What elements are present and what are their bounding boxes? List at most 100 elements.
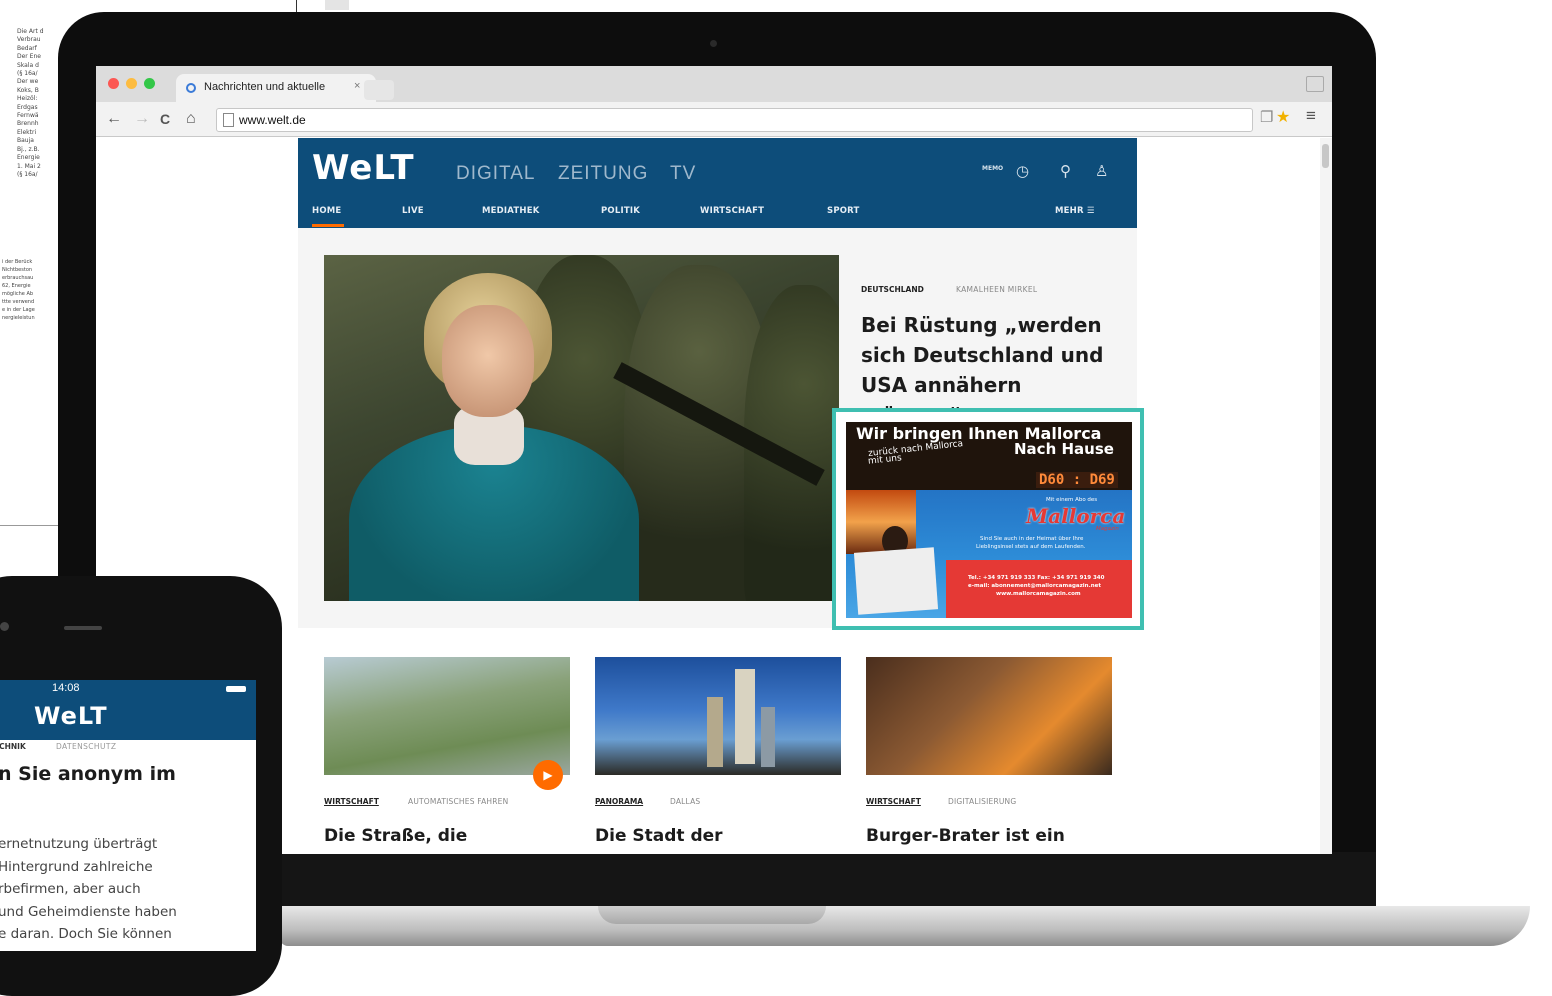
browser-toolbar: ← → C ⌂ www.welt.de ❐ ★ ≡ [96,102,1332,137]
teaser-3-headline[interactable]: Burger-Brater ist ein [866,826,1065,846]
home-button[interactable]: ⌂ [186,110,196,128]
document-line: Erdgas [17,103,38,111]
teaser-image-highway[interactable] [324,657,570,775]
section-mediathek[interactable]: MEDIATHEK [482,206,540,216]
tab-title: Nachrichten und aktuelle [204,81,326,93]
page-action-icon[interactable]: ❐ [1260,108,1273,126]
section-sport[interactable]: SPORT [827,206,860,216]
document-line: Brennh [17,120,39,128]
document-line: erbrauchsau [2,275,34,281]
newspaper-shape [853,547,939,615]
tab-close-icon[interactable]: × [354,80,360,92]
ad-handwriting-2: mit uns [867,453,903,467]
back-button[interactable]: ← [106,110,122,128]
teaser-image-dallas[interactable] [595,657,841,775]
clock-icon[interactable]: ◷ [1016,162,1029,180]
ad-contact-1: Tel.: +34 971 919 333 Fax: +34 971 919 3… [968,575,1105,581]
bookmark-star-icon[interactable]: ★ [1276,107,1290,127]
browser-tab-bar: Nachrichten und aktuelle × [96,66,1332,102]
mallorca-ad[interactable]: Wir bringen Ihnen Mallorca Nach Hause zu… [846,422,1132,618]
section-politik[interactable]: POLITIK [601,206,640,216]
section-live[interactable]: LIVE [402,206,424,216]
phone-body-line: rbefirmen, aber auch [0,881,141,897]
menu-icon[interactable]: ≡ [1306,106,1316,126]
lead-kicker[interactable]: DEUTSCHLAND [861,285,924,294]
phone-headline[interactable]: n Sie anonym im [0,763,176,785]
advertisement-frame: Wir bringen Ihnen Mallorca Nach Hause zu… [832,408,1144,630]
document-column-1: Die Art d Verbrau Bedarf Der Ene Skala d (§ 1… [17,28,44,179]
site-header: WeLT DIGITAL ZEITUNG TV MEMO ◷ ⚲ ♙ HOME … [298,138,1137,228]
teaser-1-sub: AUTOMATISCHES FAHREN [408,797,509,806]
document-line: ttte verwend [2,299,35,305]
teaser-1-headline[interactable]: Die Straße, die [324,826,467,846]
phone-body-line: und Geheimdienste haben [0,903,177,920]
nav-zeitung[interactable]: ZEITUNG [558,163,648,185]
document-line: Verbrau [17,36,41,44]
ad-contact-2: e-mail: abonnement@mallorcamagazin.net [968,583,1101,589]
document-line: 62, Energie [2,283,31,289]
nav-tv[interactable]: TV [670,163,696,185]
skyscraper-shape [707,697,723,767]
address-bar[interactable]: www.welt.de [216,108,1253,132]
ad-brand-sub: Magazin [1096,526,1119,532]
new-tab-button[interactable] [364,80,394,100]
teaser-image-burger[interactable] [866,657,1112,775]
document-line: Bedarf [17,44,37,52]
phone-logo[interactable]: WeLT [34,702,108,730]
document-line: Heizöl: [17,95,38,103]
section-home[interactable]: HOME [312,206,341,216]
nav-digital[interactable]: DIGITAL [456,163,536,185]
more-menu[interactable]: MEHR ☰ [1055,206,1095,216]
hero-image[interactable] [324,255,839,601]
document-line: (§ 16a/ [17,70,38,78]
phone-kicker[interactable]: ECHNIK [0,742,26,751]
reload-button[interactable]: C [160,111,170,127]
teaser-3-kicker[interactable]: WIRTSCHAFT [866,797,921,806]
webcam [710,40,717,47]
phone-time: 14:08 [52,682,80,694]
minimize-window-button[interactable] [126,78,137,89]
url-text: www.welt.de [239,113,306,127]
site-logo[interactable]: WeLT [312,148,415,188]
close-window-button[interactable] [108,78,119,89]
memo-label[interactable]: MEMO [982,165,1003,172]
ad-tagline-1: Sind Sie auch in der Heimat über Ihre [980,536,1084,542]
ad-departure-board: D60 : D69 [1036,472,1118,488]
phone-speaker [64,626,102,630]
laptop-notch [598,906,826,924]
profile-icon[interactable] [1306,76,1324,92]
teaser-2-headline[interactable]: Die Stadt der [595,826,723,846]
laptop-base [280,906,1530,946]
search-icon[interactable]: ⚲ [1060,162,1071,180]
document-line: (§ 16a/ [17,170,38,178]
scrollbar-thumb[interactable] [1322,144,1329,168]
phone-body-line: Hintergrund zahlreiche [0,858,153,875]
section-wirtschaft[interactable]: WIRTSCHAFT [700,206,764,216]
face-shape [442,305,534,417]
phone-camera [0,622,9,631]
document-line: e in der Lage [2,307,35,313]
teaser-1-kicker[interactable]: WIRTSCHAFT [324,797,379,806]
play-icon[interactable]: ▶ [533,760,563,790]
favicon-icon [186,83,196,93]
teaser-3-sub: DIGITALISIERUNG [948,797,1017,806]
phone-header: 14:08 WeLT [0,680,256,740]
document-line: Der Ene [17,53,41,61]
browser-tab[interactable]: Nachrichten und aktuelle × [176,74,376,102]
forward-button[interactable]: → [134,110,150,128]
user-icon[interactable]: ♙ [1095,162,1108,180]
ad-brand: Mallorca [1026,504,1126,528]
document-column-2: i der Berück Nichtbeston erbrauchsau 62, En… [2,258,35,322]
teaser-2-sub: DALLAS [670,797,701,806]
teaser-2-kicker[interactable]: PANORAMA [595,797,643,806]
ad-contact-3: www.mallorcamagazin.com [996,591,1081,597]
ad-title-2: Nach Hause [1014,440,1114,458]
document-line: Energie [17,154,40,162]
scrollbar[interactable] [1320,138,1332,854]
section-nav: HOME LIVE MEDIATHEK POLITIK WIRTSCHAFT S… [298,194,1137,228]
battery-icon [226,686,246,692]
maximize-window-button[interactable] [144,78,155,89]
document-line: Bj., z.B. [17,145,40,153]
phone-article-body: ernetnutzung überträgt Hintergrund zahlr… [0,833,256,946]
phone-body-line: ernetnutzung überträgt [0,836,158,852]
